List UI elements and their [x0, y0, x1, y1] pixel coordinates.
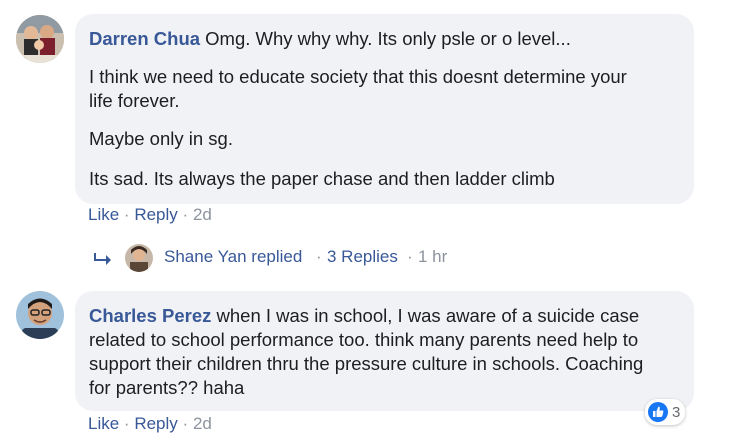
comment-paragraph: Its sad. Its always the paper chase and … [89, 168, 555, 189]
comment-author-name[interactable]: Darren Chua [89, 28, 200, 49]
avatar-darren-chua[interactable] [16, 15, 64, 63]
replier-name[interactable]: Shane Yan replied [164, 247, 302, 267]
thumbs-up-icon [648, 402, 668, 422]
like-link[interactable]: Like [88, 205, 119, 224]
comment-paragraph: life forever. [89, 90, 180, 111]
reply-time: 1 hr [418, 247, 448, 266]
separator: · [182, 205, 189, 224]
reaction-count: 3 [672, 403, 681, 421]
comment-line: support their children thru the pressure… [89, 353, 644, 374]
reply-arrow-icon [94, 253, 111, 265]
profile-photo-icon [125, 244, 153, 272]
comment-line: for parents?? haha [89, 377, 245, 398]
comment-bubble-charles: Charles Perez when I was in school, I wa… [75, 291, 694, 411]
comment-author-name[interactable]: Charles Perez [89, 305, 211, 326]
family-photo-icon [16, 15, 64, 63]
reply-link[interactable]: Reply [134, 205, 177, 224]
comment-text: Omg. Why why why. Its only psle or o lev… [205, 28, 571, 49]
comment-paragraph: Maybe only in sg. [89, 128, 233, 149]
comment-actions: Like · Reply · 2d [88, 205, 212, 225]
profile-photo-icon [16, 291, 64, 339]
separator: · [316, 247, 322, 266]
avatar-charles-perez[interactable] [16, 291, 64, 339]
avatar-shane-yan[interactable] [125, 244, 153, 272]
reply-link[interactable]: Reply [134, 414, 177, 433]
reaction-badge[interactable]: 3 [645, 399, 686, 425]
separator: · [123, 205, 130, 224]
comment-line: related to school performance too. think… [89, 329, 639, 350]
comment-first-line: Darren Chua Omg. Why why why. Its only p… [89, 27, 680, 51]
like-link[interactable]: Like [88, 414, 119, 433]
timestamp[interactable]: 2d [193, 205, 212, 224]
replies-count[interactable]: 3 Replies [327, 247, 398, 267]
separator: · [407, 247, 413, 266]
timestamp[interactable]: 2d [193, 414, 212, 433]
comment-actions: Like · Reply · 2d [88, 414, 212, 434]
comment-first-line: Charles Perez when I was in school, I wa… [89, 304, 680, 328]
comment-paragraph: I think we need to educate society that … [89, 66, 627, 87]
comment-text: when I was in school, I was aware of a s… [216, 305, 640, 326]
separator: · [123, 414, 130, 433]
comment-bubble-darren: Darren Chua Omg. Why why why. Its only p… [75, 14, 694, 204]
separator: · [182, 414, 189, 433]
